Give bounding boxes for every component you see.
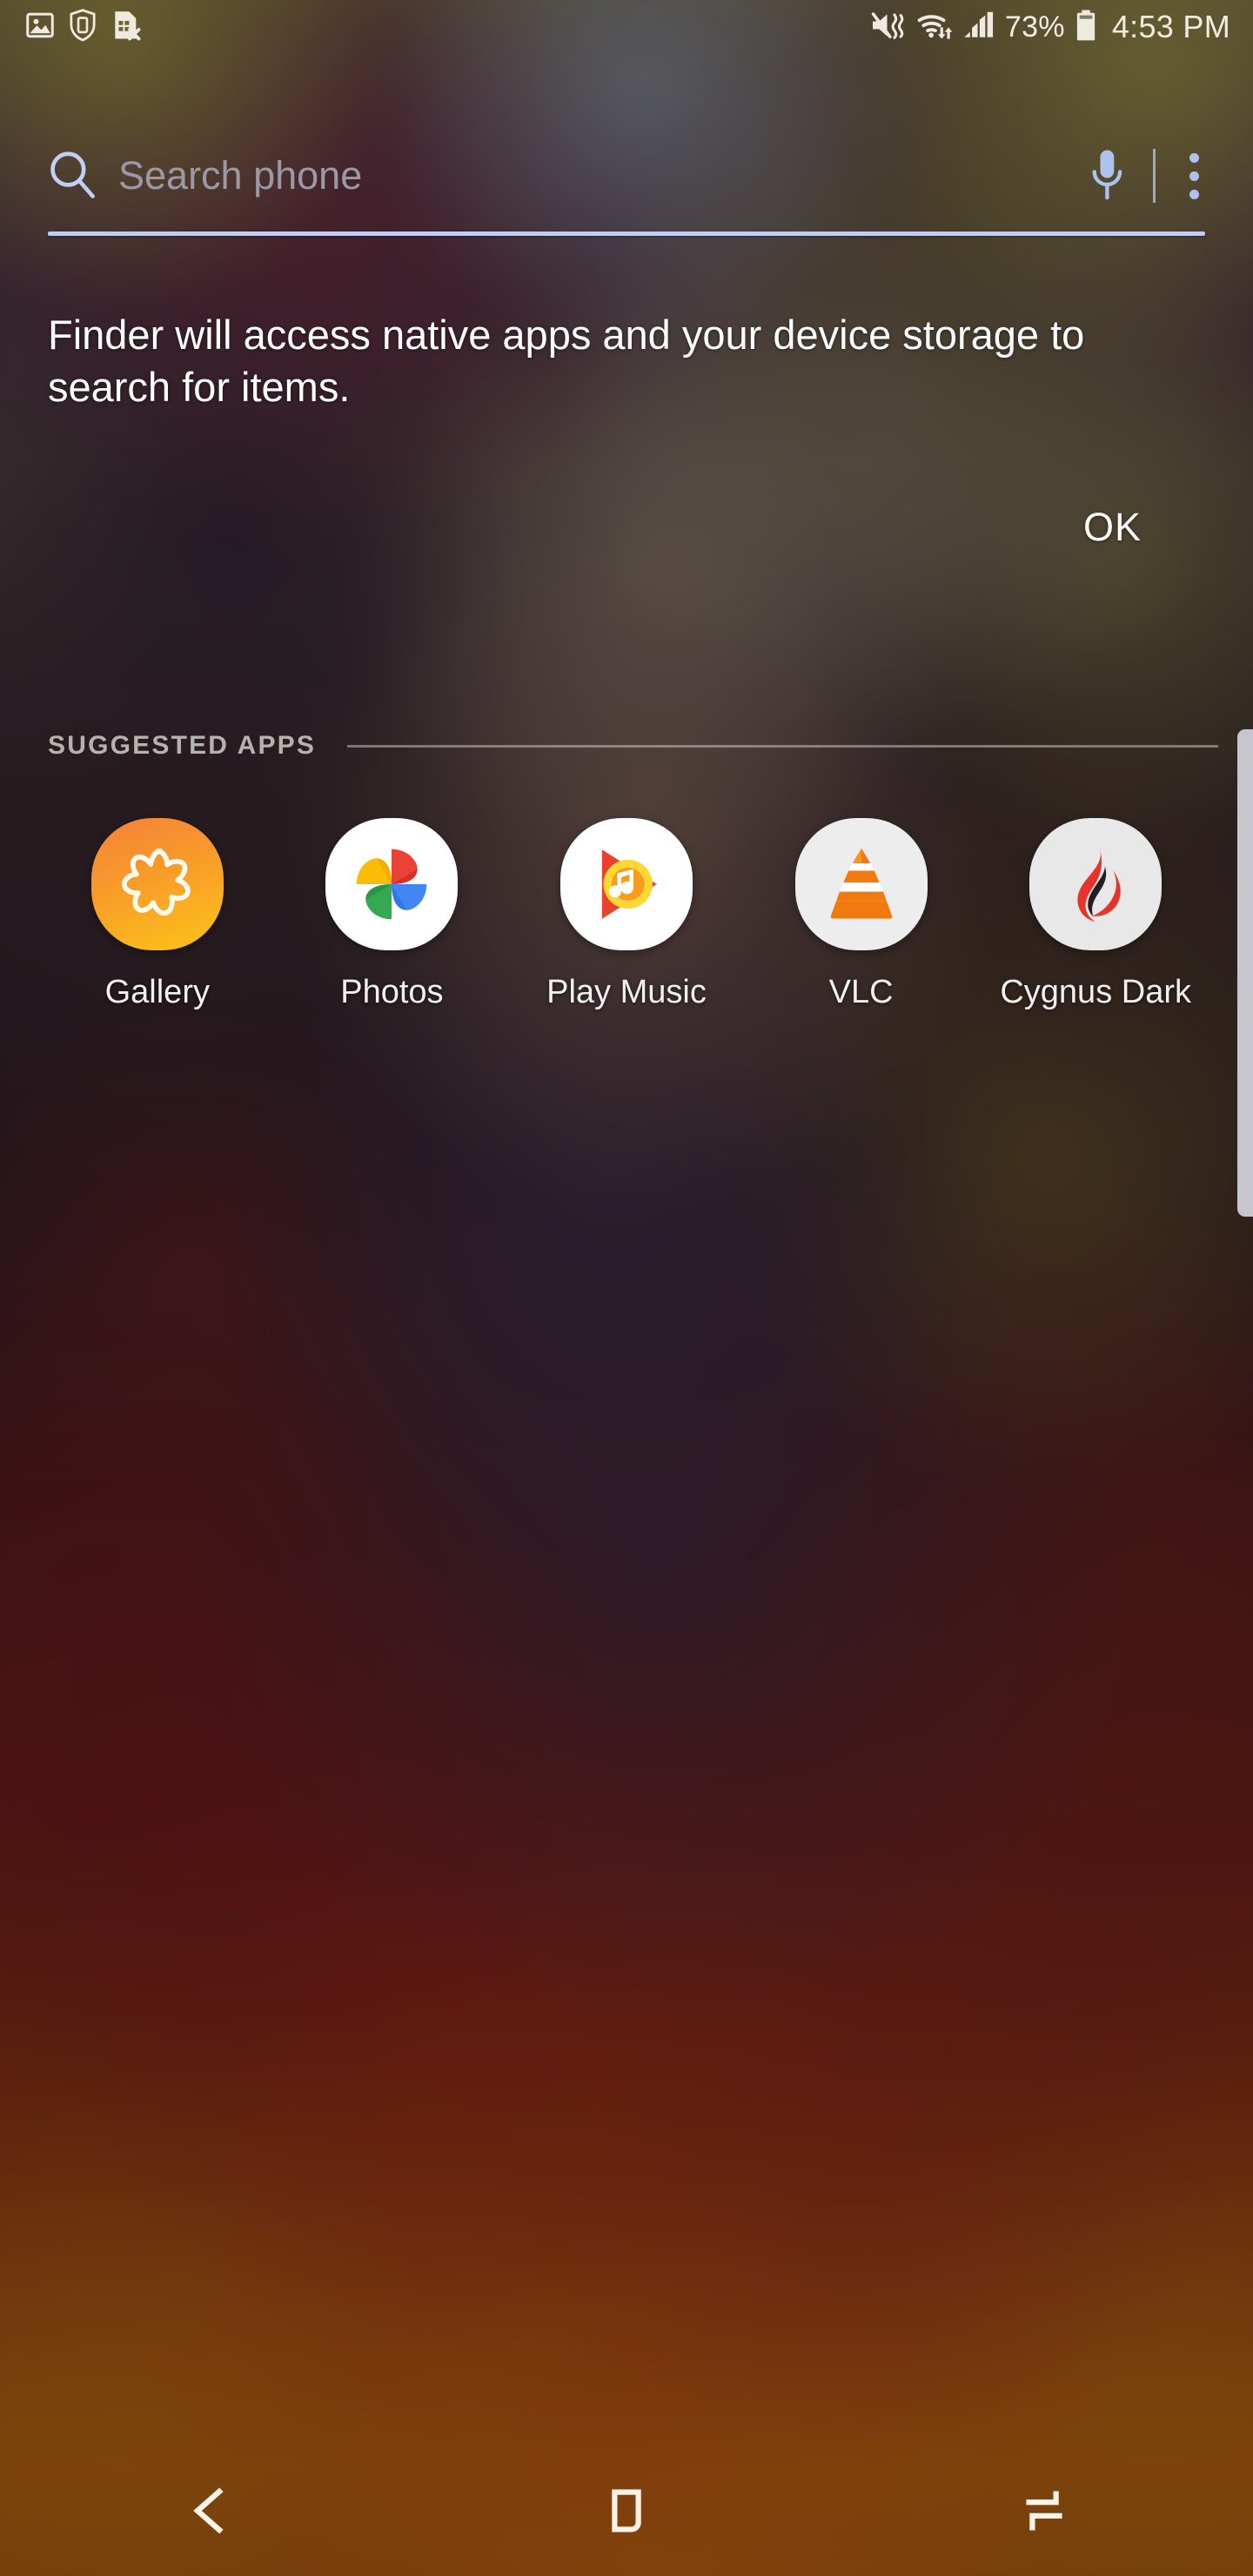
search-input-wrapper xyxy=(118,153,1064,198)
back-button[interactable] xyxy=(0,2445,418,2576)
home-button[interactable] xyxy=(418,2445,835,2576)
app-item-cygnus-dark[interactable]: Cygnus Dark xyxy=(978,818,1213,1011)
search-icon xyxy=(45,147,99,205)
cellular-signal-icon xyxy=(962,10,995,45)
no-sim-card-icon xyxy=(110,9,141,46)
content-scrollbar[interactable] xyxy=(1237,729,1253,1217)
microphone-icon[interactable] xyxy=(1076,141,1137,211)
permission-notice: Finder will access native apps and your … xyxy=(48,309,1170,413)
recents-button[interactable] xyxy=(835,2445,1253,2576)
permission-ok-button[interactable]: OK xyxy=(1068,494,1157,560)
app-item-gallery[interactable]: Gallery xyxy=(40,818,275,1011)
overflow-menu-icon[interactable] xyxy=(1171,146,1216,206)
battery-icon xyxy=(1075,9,1097,46)
gallery-app-icon xyxy=(90,818,224,950)
navigation-bar xyxy=(0,2445,1253,2576)
app-item-play-music[interactable]: Play Music xyxy=(509,818,744,1011)
search-input[interactable] xyxy=(118,153,1064,198)
phone-screen: 73% 4:53 PM Search phone Finder will acc… xyxy=(0,0,1253,2576)
overflow-dot xyxy=(1189,171,1199,181)
status-bar-right-icons: 73% 4:53 PM xyxy=(870,9,1230,46)
cygnus-dark-app-icon xyxy=(1029,818,1163,950)
app-item-vlc[interactable]: VLC xyxy=(744,818,979,1011)
home-squircle-icon xyxy=(612,2489,641,2532)
app-label: Play Music xyxy=(546,974,707,1010)
section-divider xyxy=(347,744,1218,748)
permission-message: Finder will access native apps and your … xyxy=(48,312,1085,411)
app-item-photos[interactable]: Photos xyxy=(275,818,510,1011)
app-label: VLC xyxy=(828,974,894,1010)
image-icon xyxy=(24,10,56,45)
vlc-app-icon xyxy=(794,818,928,950)
status-bar-left-icons xyxy=(24,8,141,46)
overflow-dot xyxy=(1189,189,1199,199)
suggested-apps-title: SUGGESTED APPS xyxy=(48,731,317,760)
app-label: Photos xyxy=(340,974,444,1010)
wifi-icon xyxy=(916,10,953,45)
suggested-apps-row: Gallery Photos Play Music VLC Cygnus Dar… xyxy=(0,818,1253,1011)
status-bar-clock: 4:53 PM xyxy=(1111,9,1230,44)
suggested-apps-header: SUGGESTED APPS xyxy=(48,731,1218,761)
overflow-dot xyxy=(1189,152,1199,163)
search-bar xyxy=(0,129,1253,223)
search-bar-divider xyxy=(1153,149,1156,203)
play-music-app-icon xyxy=(559,818,693,950)
app-label: Cygnus Dark xyxy=(1000,974,1191,1010)
recents-icon xyxy=(1026,2491,1062,2531)
photos-app-icon xyxy=(325,818,459,950)
mute-vibrate-icon xyxy=(870,10,907,45)
back-arrow-icon xyxy=(193,2487,224,2534)
secure-device-shield-icon xyxy=(68,8,97,46)
battery-percent-label: 73% xyxy=(1004,10,1065,44)
status-bar: 73% 4:53 PM xyxy=(0,0,1253,54)
app-label: Gallery xyxy=(104,974,210,1010)
search-field-underline xyxy=(48,231,1205,236)
